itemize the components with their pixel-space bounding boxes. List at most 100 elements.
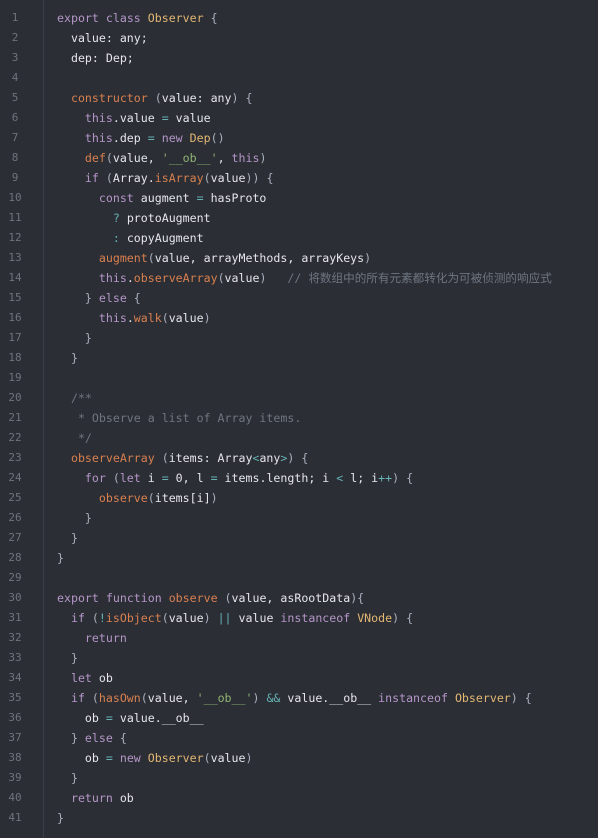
code-text: for (let i = 0, l = items.length; i < l;… [57,468,413,488]
code-text: constructor (value: any) { [57,88,253,108]
line-number: 31 [8,611,22,624]
code-line[interactable]: 9 if (Array.isArray(value)) { [0,168,598,188]
code-line[interactable]: 40 return ob [0,788,598,808]
code-text: this.dep = new Dep() [57,128,225,148]
code-token: const [57,191,141,205]
code-token: Array. [112,171,155,185]
code-token: ( [203,751,211,765]
code-line[interactable]: 20 /** [0,388,598,408]
code-text: } [57,328,92,348]
code-token: ob [57,751,106,765]
code-token: let [57,671,99,685]
code-line[interactable]: 33 } [0,648,598,668]
code-token: copyAugment [126,231,204,245]
line-number: 39 [8,771,22,784]
code-line[interactable]: 16 this.walk(value) [0,308,598,328]
code-line[interactable]: 12 : copyAugment [0,228,598,248]
code-token: any [259,451,281,465]
code-line[interactable]: 10 const augment = hasProto [0,188,598,208]
code-line[interactable]: 19 [0,368,598,388]
code-line[interactable]: 24 for (let i = 0, l = items.length; i <… [0,468,598,488]
code-line[interactable]: 29 [0,568,598,588]
code-token: } [57,291,99,305]
code-line[interactable]: 38 ob = new Observer(value) [0,748,598,768]
code-line[interactable]: 27 } [0,528,598,548]
code-line[interactable]: 35 if (hasOwn(value, '__ob__') && value.… [0,688,598,708]
code-line[interactable]: 39 } [0,768,598,788]
code-line[interactable]: 13 augment(value, arrayMethods, arrayKey… [0,248,598,268]
code-token: return [57,631,127,645]
code-line[interactable]: 17 } [0,328,598,348]
code-text: } [57,768,78,788]
code-text: def(value, '__ob__', this) [57,148,267,168]
line-number: 16 [8,311,22,324]
line-number: 22 [8,431,22,444]
code-line[interactable]: 3 dep: Dep; [0,48,598,68]
code-line[interactable]: 14 this.observeArray(value) // 将数组中的所有元素… [0,268,598,288]
code-line[interactable]: 8 def(value, '__ob__', this) [0,148,598,168]
code-line[interactable]: 23 observeArray (items: Array<any>) { [0,448,598,468]
line-number: 25 [8,491,22,504]
code-line[interactable]: 2 value: any; [0,28,598,48]
code-token: new [154,131,190,145]
code-token: { [119,731,127,745]
code-token: ( [105,171,113,185]
code-line[interactable]: 26 } [0,508,598,528]
code-token: instanceof [378,691,455,705]
code-editor[interactable]: 1 export class Observer {2 value: any; 3 d… [0,0,598,838]
code-text: observeArray (items: Array<any>) { [57,448,308,468]
code-text: if (hasOwn(value, '__ob__') && value.__o… [57,688,532,708]
code-token: .dep [112,131,148,145]
code-token: observe [168,591,225,605]
code-token: ) [203,611,218,625]
code-token: observeArray [57,451,162,465]
code-token: else [98,291,134,305]
code-line[interactable]: 37 } else { [0,728,598,748]
code-token: ? [57,211,127,225]
code-line[interactable]: 30 export function observe (value, asRoot… [0,588,598,608]
code-token: isObject [105,611,162,625]
code-line[interactable]: 21 * Observe a list of Array items. [0,408,598,428]
code-line[interactable]: 25 observe(items[i]) [0,488,598,508]
code-line[interactable]: 28} [0,548,598,568]
code-token: observe [57,491,148,505]
code-token: value, [147,691,197,705]
code-line[interactable]: 7 this.dep = new Dep() [0,128,598,148]
code-text: } [57,508,92,528]
code-text: let ob [57,668,113,688]
code-token: '__ob__' [161,151,218,165]
code-line[interactable]: 6 this.value = value [0,108,598,128]
code-line[interactable]: 41} [0,808,598,828]
code-token: value [210,171,246,185]
code-token: { [210,11,218,25]
code-line[interactable]: 22 */ [0,428,598,448]
code-line[interactable]: 11 ? protoAugment [0,208,598,228]
code-token: = [196,191,204,205]
code-token: ob [98,671,113,685]
code-line[interactable]: 15 } else { [0,288,598,308]
code-text: this.observeArray(value) // 将数组中的所有元素都转化… [57,268,552,288]
code-line[interactable]: 34 let ob [0,668,598,688]
code-token: // 将数组中的所有元素都转化为可被侦测的响应式 [266,271,552,285]
line-number: 33 [8,651,22,664]
code-line[interactable]: 5 constructor (value: any) { [0,88,598,108]
code-line[interactable]: 32 return [0,628,598,648]
code-token: ){ [350,591,365,605]
code-token: value: any; [57,31,148,45]
code-line[interactable]: 1 export class Observer { [0,8,598,28]
line-number: 15 [8,291,22,304]
code-token: this [57,271,127,285]
code-line[interactable]: 4 [0,68,598,88]
code-line[interactable]: 18 } [0,348,598,368]
code-line[interactable]: 31 if (!isObject(value) || value instanc… [0,608,598,628]
code-token: ( [91,691,99,705]
code-lines[interactable]: 1 export class Observer {2 value: any; 3 d… [0,8,598,828]
code-token: this [57,311,127,325]
code-text: dep: Dep; [57,48,134,68]
code-token: value [224,271,260,285]
code-token: items[i] [154,491,211,505]
code-token: ob [57,711,106,725]
code-line[interactable]: 36 ob = value.__ob__ [0,708,598,728]
code-text: if (Array.isArray(value)) { [57,168,274,188]
code-token: else [84,731,120,745]
